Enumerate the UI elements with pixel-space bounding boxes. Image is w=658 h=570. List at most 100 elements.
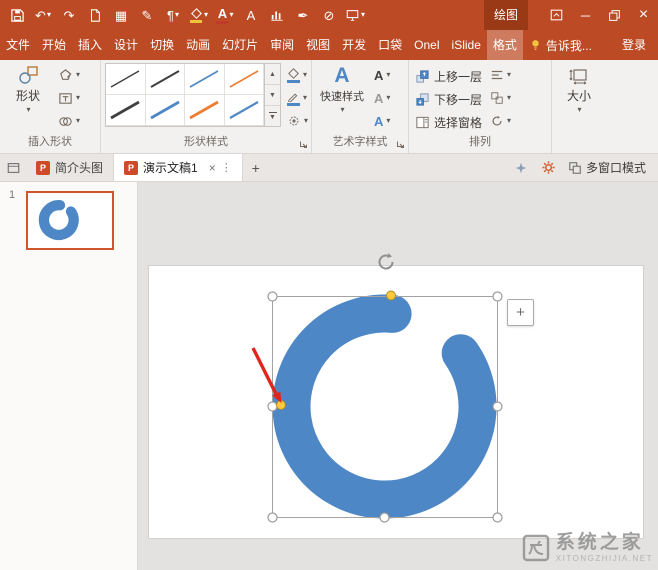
tab-design[interactable]: 设计 bbox=[108, 30, 144, 60]
slide-thumbnail-1[interactable] bbox=[26, 191, 114, 250]
tab-home[interactable]: 开始 bbox=[36, 30, 72, 60]
fill-color-bar bbox=[190, 19, 203, 23]
gallery-down-button[interactable]: ▼ bbox=[265, 85, 280, 106]
down-arrow-icon: ▼ bbox=[269, 113, 276, 121]
resize-handle[interactable] bbox=[267, 512, 278, 523]
window-controls: ─ × bbox=[542, 0, 658, 30]
shape-style-option[interactable] bbox=[185, 95, 225, 126]
ribbon-display-options-button[interactable] bbox=[542, 0, 571, 30]
rotate-objects-button[interactable]: ▾ bbox=[488, 111, 513, 131]
add-button[interactable]: + bbox=[507, 299, 534, 326]
shapes-button[interactable]: 形状 ▾ bbox=[4, 63, 52, 133]
display-mode-button[interactable]: ▾ bbox=[342, 0, 368, 30]
tab-developer[interactable]: 开发 bbox=[336, 30, 372, 60]
gallery-more-button[interactable]: ▼ bbox=[265, 106, 280, 126]
redo-button[interactable]: ↷ bbox=[56, 0, 82, 30]
tab-menu-icon[interactable]: ⋮ bbox=[221, 161, 232, 174]
resize-handle[interactable] bbox=[492, 291, 503, 302]
shapes-icon bbox=[19, 66, 38, 84]
document-tab-intro[interactable]: P 简介头图 bbox=[26, 154, 115, 181]
document-tab-current[interactable]: P 演示文稿1 × ⋮ bbox=[114, 154, 243, 181]
group-objects-icon bbox=[491, 92, 503, 104]
block-arc-shape[interactable] bbox=[272, 294, 497, 519]
text-fill-button[interactable]: A ▾ bbox=[372, 65, 392, 85]
send-backward-button[interactable]: 下移一层 bbox=[413, 88, 484, 110]
context-tab-group-label[interactable]: 绘图 bbox=[483, 0, 528, 30]
shape-style-option[interactable] bbox=[106, 64, 146, 95]
group-arrange: 上移一层 下移一层 选择窗格 ▾ ▾ ▾ 排列 bbox=[409, 60, 552, 153]
resize-handle[interactable] bbox=[267, 291, 278, 302]
multi-window-button[interactable]: 多窗口模式 bbox=[564, 159, 650, 176]
minimize-button[interactable]: ─ bbox=[571, 0, 600, 30]
shape-style-option[interactable] bbox=[145, 64, 185, 95]
align-button[interactable]: ▾ bbox=[488, 65, 513, 85]
resize-handle[interactable] bbox=[379, 512, 390, 523]
tab-pocket[interactable]: 口袋 bbox=[372, 30, 408, 60]
shape-style-option[interactable] bbox=[224, 95, 264, 126]
shape-fill-button[interactable]: ▾ bbox=[285, 65, 310, 85]
new-tab-button[interactable]: + bbox=[243, 154, 269, 181]
ink-pen-button[interactable]: ✒ bbox=[290, 0, 316, 30]
undo-button[interactable]: ↶ ▾ bbox=[30, 0, 56, 30]
shape-styles-dialog-launcher[interactable] bbox=[298, 139, 309, 150]
wordart-dialog-launcher[interactable] bbox=[395, 139, 406, 150]
selection-pane-button[interactable]: 选择窗格 bbox=[413, 111, 484, 133]
paragraph-icon: ¶ bbox=[167, 7, 174, 23]
slide-editing-area[interactable]: + 系统之家 XITONGZHIJIA.NET bbox=[138, 182, 658, 570]
tab-format[interactable]: 格式 bbox=[486, 30, 523, 60]
tab-review[interactable]: 审阅 bbox=[264, 30, 300, 60]
tell-me-button[interactable]: 告诉我... bbox=[523, 30, 598, 60]
chart-button[interactable] bbox=[264, 0, 290, 30]
tab-transitions[interactable]: 切换 bbox=[144, 30, 180, 60]
group-objects-button[interactable]: ▾ bbox=[488, 88, 513, 108]
save-button[interactable] bbox=[4, 0, 30, 30]
restore-button[interactable] bbox=[600, 0, 629, 30]
shape-effects-button[interactable]: ▾ bbox=[285, 111, 310, 131]
shape-style-option[interactable] bbox=[224, 64, 264, 95]
paragraph-button[interactable]: ¶ ▾ bbox=[160, 0, 186, 30]
tab-view[interactable]: 视图 bbox=[300, 30, 336, 60]
size-button[interactable]: 大小 ▾ bbox=[556, 63, 602, 153]
tab-slideshow[interactable]: 幻灯片 bbox=[216, 30, 264, 60]
more-bar-icon bbox=[268, 111, 277, 113]
settings-gear-icon[interactable] bbox=[536, 160, 562, 175]
dialog-launcher-icon bbox=[300, 141, 307, 148]
close-button[interactable]: × bbox=[629, 0, 658, 30]
tab-islide[interactable]: iSlide bbox=[446, 30, 487, 60]
bring-forward-button[interactable]: 上移一层 bbox=[413, 65, 484, 87]
tab-file[interactable]: 文件 bbox=[0, 30, 36, 60]
resize-handle[interactable] bbox=[492, 512, 503, 523]
character-button[interactable]: A bbox=[238, 0, 264, 30]
resize-handle[interactable] bbox=[492, 401, 503, 412]
font-color-button[interactable]: A ▾ bbox=[212, 0, 238, 30]
sign-in-button[interactable]: 登录 bbox=[610, 30, 658, 60]
shape-outline-button[interactable]: ▾ bbox=[285, 88, 310, 108]
table-button[interactable]: ▦ bbox=[108, 0, 134, 30]
tab-onekey[interactable]: Onel bbox=[408, 30, 445, 60]
rotate-handle[interactable] bbox=[378, 253, 394, 270]
adjust-handle[interactable] bbox=[386, 290, 396, 301]
text-outline-button[interactable]: A ▾ bbox=[372, 88, 392, 108]
shape-style-option[interactable] bbox=[106, 95, 146, 126]
workspace-icon[interactable] bbox=[0, 154, 26, 181]
merge-shapes-button[interactable]: ▾ bbox=[56, 111, 82, 131]
format-painter-button[interactable]: ✎ bbox=[134, 0, 160, 30]
edit-shape-button[interactable]: ▾ bbox=[56, 65, 82, 85]
quick-styles-button[interactable]: A 快速样式 ▾ bbox=[316, 63, 368, 133]
tab-animations[interactable]: 动画 bbox=[180, 30, 216, 60]
fill-color-button[interactable]: ▾ bbox=[186, 0, 212, 30]
gallery-up-button[interactable]: ▲ bbox=[265, 64, 280, 85]
tab-insert[interactable]: 插入 bbox=[72, 30, 108, 60]
close-tab-icon[interactable]: × bbox=[209, 161, 216, 175]
shape-style-option[interactable] bbox=[145, 95, 185, 126]
shape-style-option[interactable] bbox=[185, 64, 225, 95]
text-box-icon bbox=[59, 92, 72, 104]
new-document-button[interactable] bbox=[82, 0, 108, 30]
no-fill-button[interactable]: ⊘ bbox=[316, 0, 342, 30]
group-label-wordart: 艺术字样式 bbox=[332, 136, 388, 148]
plugin-icon[interactable] bbox=[508, 161, 534, 175]
resize-handle[interactable] bbox=[267, 401, 278, 412]
text-effects-button[interactable]: A ▾ bbox=[372, 111, 392, 131]
font-color-bar bbox=[216, 20, 229, 24]
text-box-button[interactable]: ▾ bbox=[56, 88, 82, 108]
